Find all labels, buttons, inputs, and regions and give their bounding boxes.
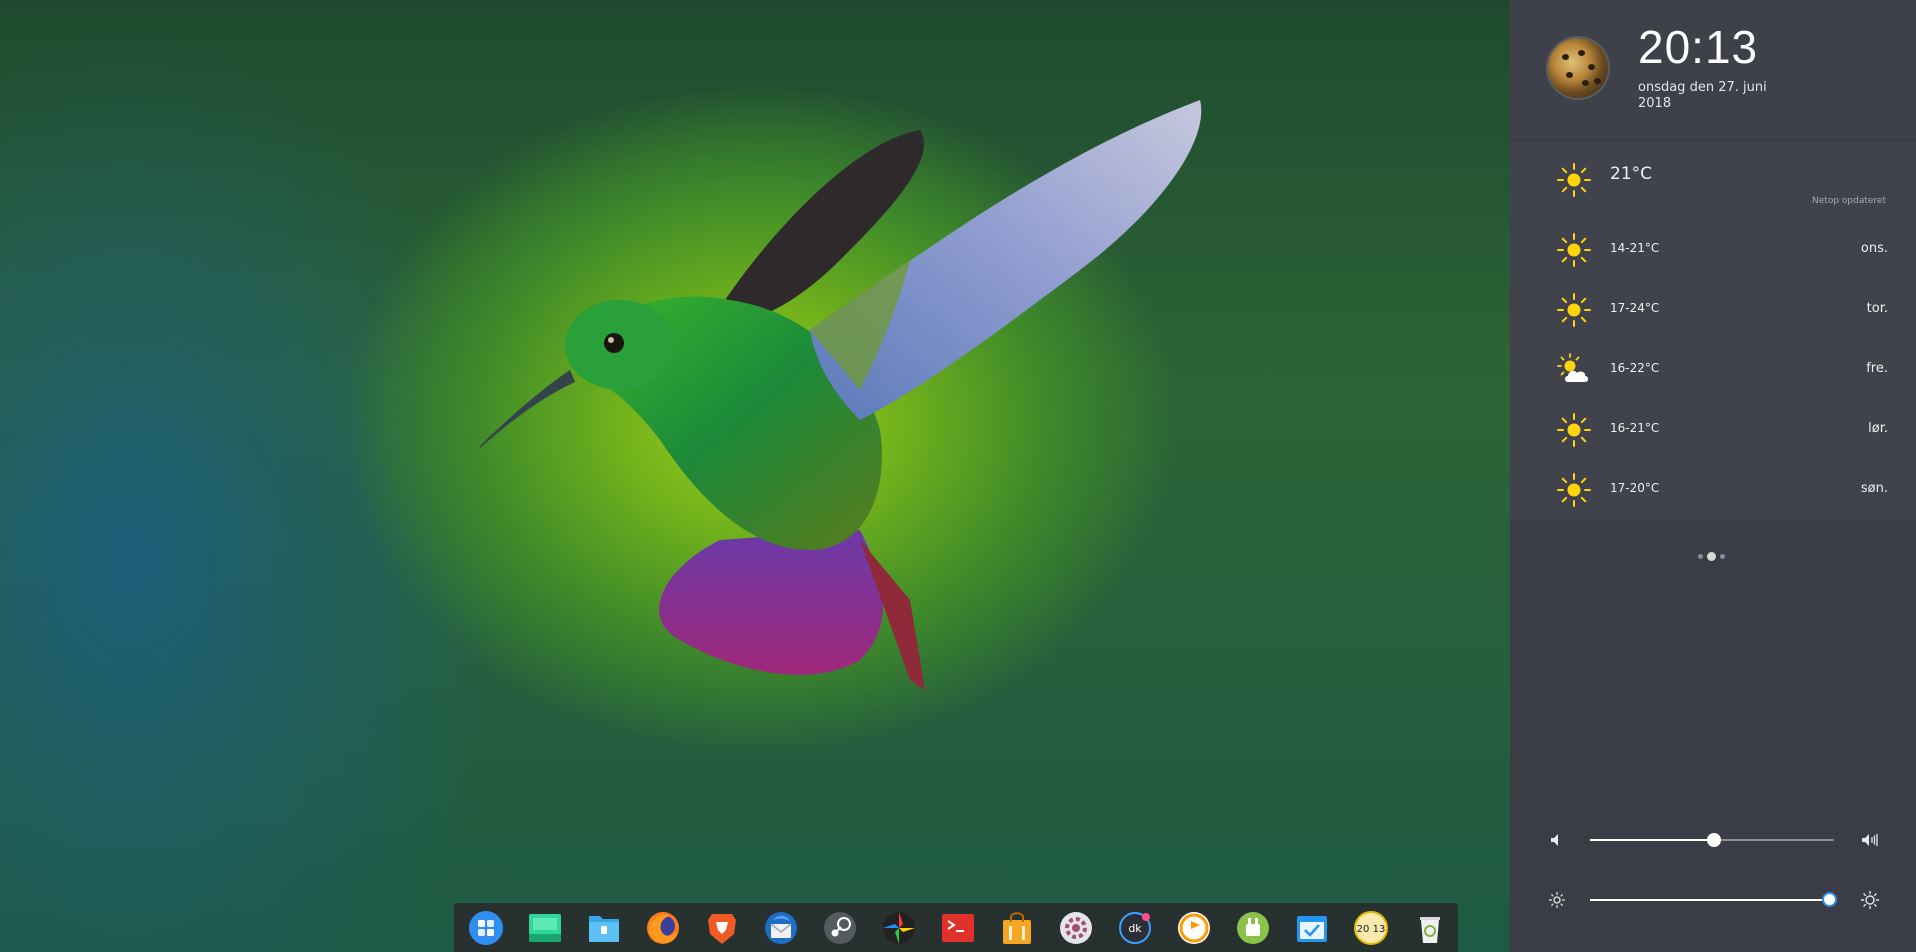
user-avatar[interactable] bbox=[1548, 38, 1608, 98]
current-temperature: 21°C bbox=[1610, 164, 1653, 184]
weather-widget[interactable]: 21°C Netop opdateret 14-21°C ons. 17-24°… bbox=[1510, 142, 1916, 520]
volume-slider-handle[interactable] bbox=[1707, 833, 1722, 847]
dock-trash-button[interactable] bbox=[1412, 910, 1448, 946]
thunderbird-icon bbox=[765, 912, 797, 944]
volume-low-icon[interactable] bbox=[1548, 831, 1566, 849]
trash-icon bbox=[1420, 917, 1440, 943]
dock-android-button[interactable] bbox=[1235, 910, 1271, 946]
volume-slider-fill bbox=[1590, 839, 1715, 841]
dock-multitask-button[interactable] bbox=[527, 910, 563, 946]
firefox-icon bbox=[647, 912, 679, 944]
forecast-day: ons. bbox=[1860, 241, 1888, 256]
side-panel: 20:13 onsdag den 27. juni 2018 21°C Neto… bbox=[1510, 0, 1916, 952]
forecast-row: 16-21°C lør. bbox=[1510, 402, 1916, 454]
dock-clock-button[interactable]: 20 13 bbox=[1353, 910, 1389, 946]
widget-pager bbox=[1696, 546, 1727, 561]
brightness-low-icon[interactable] bbox=[1548, 891, 1566, 909]
dock-music-button[interactable] bbox=[1176, 910, 1212, 946]
forecast-row: 16-22°C fre. bbox=[1510, 342, 1916, 394]
dock-steam-button[interactable] bbox=[822, 910, 858, 946]
hummingbird-image bbox=[480, 100, 1202, 690]
clock-widget: 20:13 onsdag den 27. juni 2018 bbox=[1510, 0, 1916, 138]
forecast-row: 14-21°C ons. bbox=[1510, 222, 1916, 274]
sun-icon bbox=[1557, 163, 1591, 197]
aperture-icon bbox=[883, 912, 915, 944]
dock-calendar-button[interactable] bbox=[1294, 910, 1330, 946]
forecast-day: tor. bbox=[1866, 301, 1888, 316]
pager-dot-active[interactable] bbox=[1707, 552, 1716, 561]
brightness-high-icon[interactable] bbox=[1860, 891, 1880, 909]
forecast-range: 17-24°C bbox=[1610, 301, 1660, 315]
clock-icon: 20 13 bbox=[1354, 911, 1388, 945]
sun-icon bbox=[1557, 473, 1591, 507]
dock-image-viewer-button[interactable] bbox=[881, 910, 917, 946]
brightness-slider-handle[interactable] bbox=[1822, 892, 1838, 907]
dock-thunderbird-button[interactable] bbox=[763, 910, 799, 946]
forecast-day: lør. bbox=[1868, 421, 1888, 436]
folder-icon bbox=[589, 916, 619, 942]
pager-dot[interactable] bbox=[1720, 554, 1725, 559]
store-bag-icon bbox=[1003, 912, 1031, 944]
calendar-icon bbox=[1297, 916, 1327, 942]
launcher-icon bbox=[469, 911, 503, 945]
forecast-range: 16-21°C bbox=[1610, 421, 1660, 435]
forecast-day: fre. bbox=[1866, 361, 1888, 376]
android-icon bbox=[1237, 912, 1269, 944]
weather-update-status: Netop opdateret bbox=[1812, 196, 1886, 206]
forecast-row: 17-24°C tor. bbox=[1510, 282, 1916, 334]
volume-high-icon[interactable] bbox=[1860, 831, 1880, 849]
music-icon bbox=[1178, 912, 1210, 944]
steam-icon bbox=[824, 912, 856, 944]
clock-icon-label: 20 13 bbox=[1357, 924, 1386, 935]
forecast-range: 16-22°C bbox=[1610, 361, 1660, 375]
partly-cloudy-icon bbox=[1557, 353, 1588, 382]
pager-dot[interactable] bbox=[1698, 554, 1703, 559]
dock: dk 20 13 bbox=[454, 903, 1458, 952]
brave-lion-icon bbox=[708, 914, 736, 944]
weather-current: 21°C Netop opdateret bbox=[1510, 152, 1916, 206]
dock-dk-button[interactable]: dk bbox=[1117, 910, 1153, 946]
forecast-row: 17-20°C søn. bbox=[1510, 462, 1916, 514]
brightness-control bbox=[1510, 885, 1916, 915]
sun-icon bbox=[1557, 413, 1591, 447]
brightness-slider-fill bbox=[1590, 899, 1830, 901]
volume-control bbox=[1510, 825, 1916, 855]
clock-date: onsdag den 27. juni 2018 bbox=[1638, 80, 1767, 111]
dock-file-manager-button[interactable] bbox=[586, 910, 622, 946]
clock-time: 20:13 bbox=[1638, 21, 1759, 73]
desktop-wallpaper[interactable] bbox=[0, 0, 1510, 952]
dock-app-store-button[interactable] bbox=[999, 910, 1035, 946]
terminal-icon bbox=[942, 914, 974, 942]
brightness-slider[interactable] bbox=[1590, 892, 1838, 907]
volume-slider[interactable] bbox=[1590, 833, 1834, 847]
forecast-range: 17-20°C bbox=[1610, 481, 1660, 495]
dock-brave-button[interactable] bbox=[704, 910, 740, 946]
dk-icon: dk bbox=[1119, 912, 1151, 944]
forecast-day: søn. bbox=[1860, 481, 1888, 496]
dock-terminal-button[interactable] bbox=[940, 910, 976, 946]
sun-icon bbox=[1557, 293, 1591, 327]
dk-label: dk bbox=[1128, 922, 1142, 935]
dock-control-center-button[interactable] bbox=[1058, 910, 1094, 946]
sun-icon bbox=[1557, 233, 1591, 267]
multitask-icon bbox=[529, 914, 561, 942]
dock-firefox-button[interactable] bbox=[645, 910, 681, 946]
dock-launcher-button[interactable] bbox=[468, 910, 504, 946]
gear-icon bbox=[1060, 912, 1092, 944]
forecast-range: 14-21°C bbox=[1610, 241, 1660, 255]
